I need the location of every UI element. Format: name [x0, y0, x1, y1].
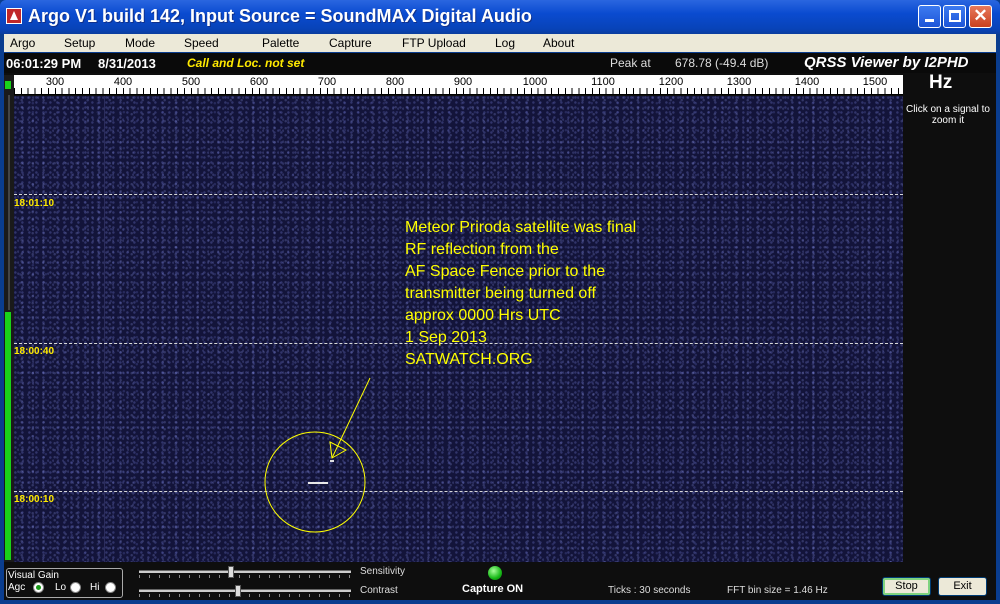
level-meter-scale [8, 95, 10, 310]
call-location-status: Call and Loc. not set [187, 56, 305, 70]
menu-speed[interactable]: Speed [184, 36, 219, 50]
menu-about[interactable]: About [543, 36, 574, 50]
capture-led-icon [488, 566, 502, 580]
agc-label: Agc [8, 582, 26, 593]
ruler-label: 500 [181, 76, 201, 88]
zoom-hint: Click on a signal to zoom it [906, 104, 990, 126]
menu-log[interactable]: Log [495, 36, 515, 50]
close-button[interactable]: ✕ [969, 5, 992, 28]
waterfall-display[interactable]: 18:01:10 18:00:40 18:00:10 Meteor Prirod… [14, 96, 903, 562]
app-icon[interactable] [6, 8, 22, 24]
ruler-label: 1000 [522, 76, 548, 88]
hi-radio[interactable] [105, 582, 116, 593]
menu-setup[interactable]: Setup [64, 36, 95, 50]
lo-label: Lo [55, 582, 67, 593]
contrast-slider-track [139, 589, 351, 592]
menu-bar: Argo Setup Mode Speed Palette Capture FT… [4, 34, 996, 52]
clock-date: 8/31/2013 [98, 56, 156, 71]
contrast-slider[interactable] [235, 585, 241, 597]
lo-radio[interactable] [70, 582, 81, 593]
exit-button[interactable]: Exit [938, 577, 987, 596]
peak-label: Peak at [610, 56, 651, 70]
annotation-overlay [264, 377, 371, 533]
menu-argo[interactable]: Argo [10, 36, 35, 50]
maximize-icon [949, 10, 961, 22]
fft-bin-size: FFT bin size = 1.46 Hz [727, 585, 828, 596]
visual-gain-label: Visual Gain [8, 570, 59, 581]
frequency-unit: Hz [929, 72, 953, 93]
level-meter-marker [5, 81, 11, 89]
sensitivity-slider-ticks [139, 575, 351, 578]
title-bar: Argo V1 build 142, Input Source = SoundM… [0, 0, 1000, 34]
menu-palette[interactable]: Palette [262, 36, 299, 50]
ruler-label: 600 [249, 76, 269, 88]
menu-mode[interactable]: Mode [125, 36, 155, 50]
hi-label: Hi [90, 582, 100, 593]
agc-radio[interactable] [33, 582, 44, 593]
level-meter-fill [5, 312, 11, 560]
peak-value: 678.78 (-49.4 dB) [675, 56, 769, 70]
ruler-label: 1200 [658, 76, 684, 88]
sensitivity-label: Sensitivity [360, 566, 406, 577]
ticks-setting: Ticks : 30 seconds [608, 585, 691, 596]
ruler-label: 800 [385, 76, 405, 88]
sensitivity-slider[interactable] [228, 566, 234, 578]
close-icon: ✕ [973, 6, 988, 25]
frequency-ruler[interactable]: 300 400 500 600 700 800 900 1000 1100 12… [14, 75, 903, 95]
sensitivity-slider-track [139, 570, 351, 573]
stop-button[interactable]: Stop [882, 577, 931, 596]
menu-capture[interactable]: Capture [329, 36, 372, 50]
contrast-label: Contrast [360, 585, 398, 596]
ruler-label: 1300 [726, 76, 752, 88]
ruler-label: 700 [317, 76, 337, 88]
maximize-button[interactable] [943, 5, 966, 28]
viewer-credit: QRSS Viewer by I2PHD [804, 54, 969, 71]
window-title: Argo V1 build 142, Input Source = SoundM… [28, 6, 532, 26]
menu-ftp-upload[interactable]: FTP Upload [402, 36, 466, 50]
minimize-icon [925, 19, 934, 22]
ruler-label: 1400 [794, 76, 820, 88]
ruler-label: 400 [113, 76, 133, 88]
ruler-label: 1100 [591, 76, 615, 88]
ruler-label: 900 [453, 76, 473, 88]
minimize-button[interactable] [918, 5, 941, 28]
ruler-ticks [14, 88, 903, 94]
contrast-slider-ticks [139, 594, 351, 597]
ruler-label: 1500 [862, 76, 888, 88]
status-bar: 06:01:29 PM 8/31/2013 Call and Loc. not … [4, 53, 996, 73]
clock-time: 06:01:29 PM [6, 56, 82, 71]
ruler-label: 300 [45, 76, 65, 88]
capture-status: Capture ON [462, 583, 524, 595]
